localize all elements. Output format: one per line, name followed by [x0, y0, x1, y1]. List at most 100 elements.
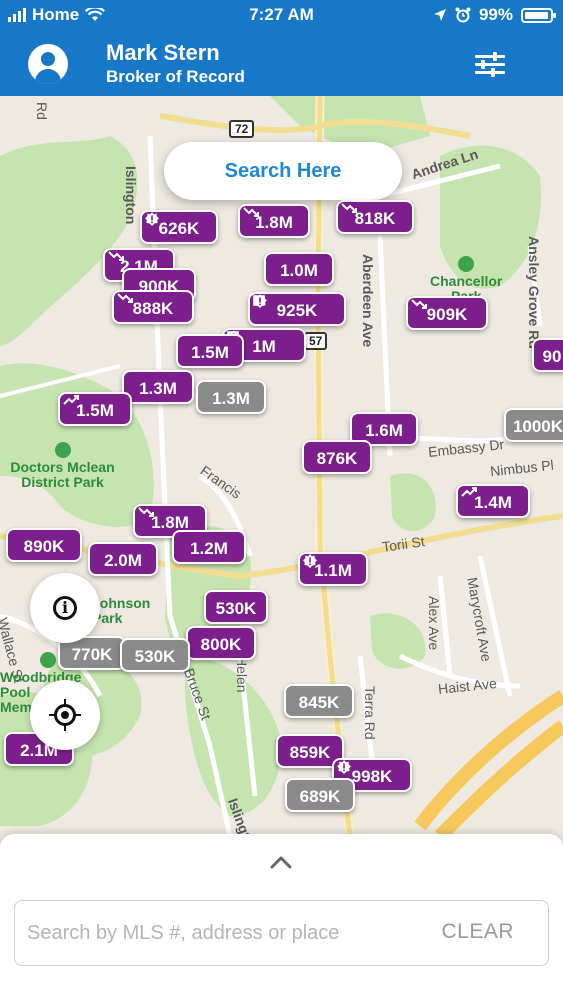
price-marker[interactable]: 90 — [532, 338, 563, 372]
price-marker[interactable]: 1.5M — [58, 392, 132, 426]
info-icon: i — [53, 596, 77, 620]
trend-down-icon — [108, 251, 124, 261]
status-right: 99% — [433, 5, 556, 25]
price-marker-label: 890K — [23, 537, 65, 556]
price-marker[interactable]: 876K — [302, 440, 372, 474]
price-marker[interactable]: 689K — [285, 778, 355, 812]
price-marker-label: 689K — [299, 787, 341, 806]
alert-icon — [337, 760, 351, 774]
price-marker-label: 626K — [158, 219, 200, 238]
search-here-button[interactable]: Search Here — [164, 142, 402, 200]
price-marker-label: 2.0M — [104, 551, 142, 570]
user-name: Mark Stern — [106, 40, 220, 65]
price-marker-label: 530K — [134, 647, 176, 666]
price-marker-label: 1.3M — [139, 379, 177, 398]
alert-icon — [303, 554, 317, 568]
price-marker-label: 925K — [276, 301, 318, 320]
trend-down-icon — [117, 293, 133, 303]
location-arrow-icon — [433, 9, 446, 21]
my-location-button[interactable] — [30, 680, 100, 750]
price-marker[interactable]: 800K — [186, 626, 256, 660]
price-marker[interactable]: 1.0M — [264, 252, 334, 286]
street-label: Helen — [234, 656, 250, 693]
price-marker-label: 1.4M — [474, 493, 512, 512]
street-label: Aberdeen Ave — [360, 254, 376, 348]
highway-shield: 57 — [304, 332, 328, 350]
price-marker-label: 1.8M — [255, 213, 293, 232]
street-label: Terra Rd — [362, 686, 378, 740]
price-marker-label: 876K — [316, 449, 358, 468]
park-label-text: Doctors Mclean District Park — [10, 459, 115, 490]
user-role: Broker of Record — [106, 67, 245, 86]
price-marker[interactable]: 1.4M — [456, 484, 530, 518]
street-label: Alex Ave — [426, 596, 442, 651]
price-marker-label: 845K — [298, 693, 340, 712]
trend-down-icon — [138, 507, 154, 517]
price-marker-label: 909K — [426, 305, 468, 324]
search-input[interactable] — [27, 901, 427, 965]
price-marker-label: 859K — [289, 743, 331, 762]
park-label-text: Johnson Park — [92, 595, 151, 626]
park-label-doctors-mclean: Doctors Mclean District Park — [0, 442, 125, 490]
price-marker[interactable]: 1.1M — [298, 552, 368, 586]
chevron-up-icon[interactable] — [270, 852, 292, 874]
price-marker[interactable]: 530K — [204, 590, 268, 624]
price-marker[interactable]: 1000K — [504, 408, 563, 442]
price-marker[interactable]: 888K — [112, 290, 194, 324]
park-icon — [458, 256, 475, 272]
price-marker-label: 90 — [542, 347, 562, 366]
crosshair-icon — [49, 699, 81, 731]
price-marker[interactable]: 1.8M — [238, 204, 310, 238]
price-marker-label: 1M — [252, 337, 276, 356]
price-marker-label: 530K — [215, 599, 257, 618]
price-marker-label: 1.5M — [76, 401, 114, 420]
street-label: Ansley Grove Rd — [526, 236, 542, 349]
street-label: Rd — [34, 102, 50, 120]
battery-percent: 99% — [478, 5, 513, 24]
price-marker-label: 1000K — [512, 417, 563, 436]
clear-button[interactable]: CLEAR — [441, 920, 514, 944]
price-marker-label: 1.6M — [365, 421, 403, 440]
price-marker-label: 998K — [351, 767, 393, 786]
profile-avatar-icon[interactable] — [28, 44, 68, 84]
alert-icon — [145, 212, 159, 226]
search-box: CLEAR — [14, 900, 549, 966]
trend-down-icon — [341, 203, 357, 213]
park-label-johnson: Johnson Park — [92, 596, 150, 626]
status-bar: Home 7:27 AM 99% — [0, 0, 563, 32]
price-marker[interactable]: 845K — [284, 684, 354, 718]
trend-up-icon — [63, 395, 79, 405]
price-marker[interactable]: 1.2M — [172, 530, 246, 564]
price-marker-label: 1.1M — [314, 561, 352, 580]
bottom-sheet: CLEAR — [0, 834, 563, 1000]
price-marker-label: 818K — [354, 209, 396, 228]
price-marker[interactable]: 1.5M — [176, 334, 244, 368]
price-marker-label: 1.0M — [280, 261, 318, 280]
trend-down-icon — [411, 299, 427, 309]
price-marker[interactable]: 1.3M — [122, 370, 194, 404]
park-icon — [54, 442, 71, 458]
trend-up-icon — [461, 487, 477, 497]
info-button[interactable]: i — [30, 573, 100, 643]
price-marker-label: 800K — [200, 635, 242, 654]
price-marker-label: 1.5M — [191, 343, 229, 362]
filter-sliders-icon[interactable] — [475, 52, 505, 78]
price-marker-label: 1.3M — [212, 389, 250, 408]
price-marker[interactable]: 1.3M — [196, 380, 266, 414]
alarm-icon — [455, 7, 471, 23]
price-marker[interactable]: 626K — [140, 210, 218, 244]
park-icon — [40, 652, 56, 668]
price-marker-label: 770K — [71, 645, 113, 664]
trend-down-icon — [243, 207, 259, 217]
price-marker-label: 888K — [132, 299, 174, 318]
price-marker[interactable]: 925K — [248, 292, 346, 326]
app-header: Mark Stern Broker of Record — [0, 32, 563, 96]
price-marker[interactable]: 818K — [336, 200, 414, 234]
battery-icon — [521, 7, 556, 23]
price-marker[interactable]: 2.0M — [88, 542, 158, 576]
street-label: Islington — [123, 166, 139, 225]
price-marker[interactable]: 530K — [120, 638, 190, 672]
price-marker-label: 1.2M — [190, 539, 228, 558]
price-marker[interactable]: 909K — [406, 296, 488, 330]
price-marker[interactable]: 890K — [6, 528, 82, 562]
